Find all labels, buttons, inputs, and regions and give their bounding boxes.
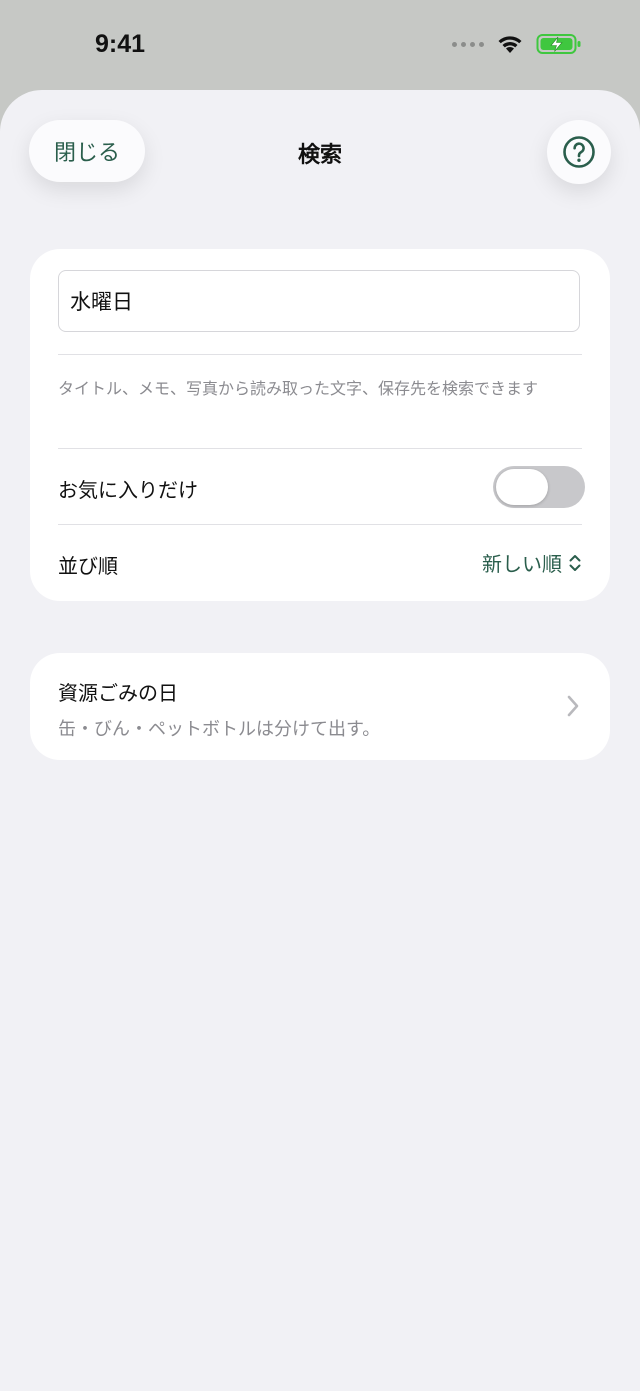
search-result-item[interactable]: 資源ごみの日 缶・びん・ペットボトルは分けて出す。: [30, 653, 610, 760]
result-title: 資源ごみの日: [58, 681, 178, 705]
chevron-up-down-icon: [569, 554, 581, 571]
status-icons: [452, 33, 582, 55]
cellular-signal-icon: [452, 41, 484, 47]
sort-order-picker[interactable]: 新しい順: [482, 548, 582, 577]
status-bar: 9:41: [0, 0, 640, 90]
result-subtitle: 缶・びん・ペットボトルは分けて出す。: [58, 719, 381, 740]
favorites-only-toggle[interactable]: [493, 466, 585, 508]
toggle-knob: [496, 469, 548, 505]
question-circle-icon: [563, 136, 595, 168]
search-hint: タイトル、メモ、写真から読み取った文字、保存先を検索できます: [58, 379, 539, 398]
wifi-icon: [498, 36, 522, 53]
help-button[interactable]: [547, 120, 611, 184]
search-sheet: 閉じる 検索 タイトル、メモ、写真から読み取った文字、保存先を検索できます お気…: [0, 90, 640, 1391]
divider: [58, 448, 582, 449]
sort-order-value: 新しい順: [482, 552, 562, 576]
page-title: 検索: [297, 143, 342, 168]
chevron-right-icon: [567, 695, 579, 717]
search-options-card: タイトル、メモ、写真から読み取った文字、保存先を検索できます お気に入りだけ 並…: [30, 249, 610, 601]
status-time: 9:41: [95, 30, 146, 58]
divider: [58, 524, 582, 525]
favorites-only-label: お気に入りだけ: [58, 478, 198, 502]
battery-charging-icon: [536, 34, 581, 54]
divider: [58, 354, 582, 355]
sort-order-label: 並び順: [58, 554, 118, 578]
search-input[interactable]: [58, 270, 580, 332]
